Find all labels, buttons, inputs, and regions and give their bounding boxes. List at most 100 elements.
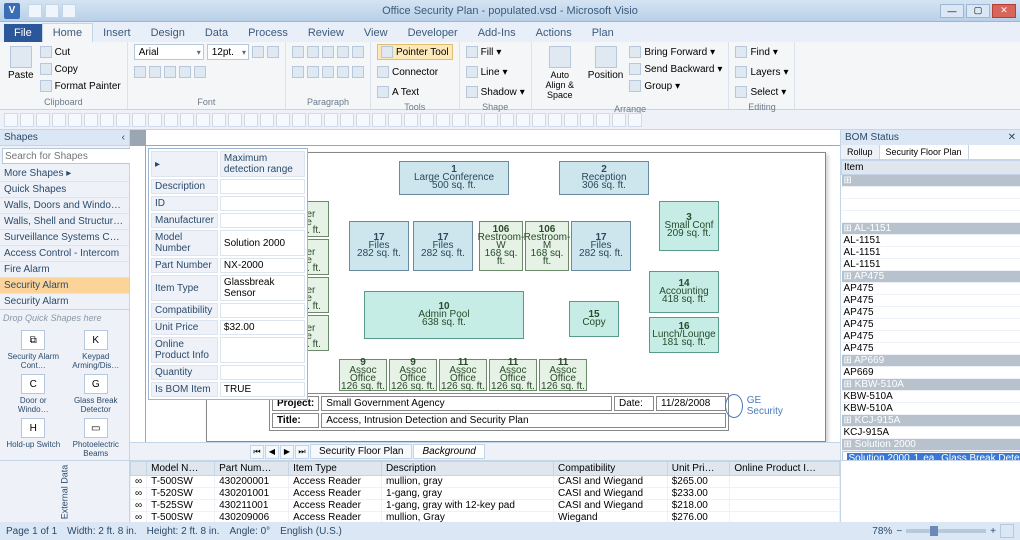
- ext-col[interactable]: Unit Pri…: [667, 462, 730, 476]
- room[interactable]: 106Restroom-W168 sq. ft.: [479, 221, 523, 271]
- room[interactable]: 9Assoc Office126 sq. ft.: [339, 359, 387, 391]
- bom-row[interactable]: AP4751ea.Motion Detector: [842, 307, 1020, 319]
- toolbar-btn-30[interactable]: [484, 113, 498, 127]
- room[interactable]: 15Copy: [569, 301, 619, 337]
- toolbar-btn-26[interactable]: [420, 113, 434, 127]
- toolbar-btn-25[interactable]: [404, 113, 418, 127]
- stencil-item[interactable]: Walls, Shell and Structure (US u…: [0, 214, 129, 230]
- tab-actions[interactable]: Actions: [526, 24, 582, 42]
- minimize-button[interactable]: —: [940, 4, 964, 18]
- bom-row[interactable]: AL-11511ea.Access Door Reader: [842, 247, 1020, 259]
- toolbar-btn-39[interactable]: [628, 113, 642, 127]
- font-color-icon[interactable]: [194, 66, 206, 78]
- text-tool-button[interactable]: A Text: [377, 84, 419, 100]
- close-button[interactable]: ✕: [992, 4, 1016, 18]
- sd-value[interactable]: Solution 2000: [220, 230, 305, 256]
- ext-row[interactable]: ∞T-500SW430200001Access Readermullion, g…: [131, 476, 840, 488]
- ext-col[interactable]: Model N…: [147, 462, 215, 476]
- tab-security-floor-plan[interactable]: Security Floor Plan: [310, 444, 412, 459]
- toolbar-btn-16[interactable]: [260, 113, 274, 127]
- toolbar-btn-24[interactable]: [388, 113, 402, 127]
- tab-process[interactable]: Process: [238, 24, 298, 42]
- line-button[interactable]: Line ▾: [466, 64, 508, 80]
- format-painter-button[interactable]: Format Painter: [40, 78, 121, 94]
- toolbar-btn-7[interactable]: [116, 113, 130, 127]
- toolbar-btn-38[interactable]: [612, 113, 626, 127]
- toolbar-btn-22[interactable]: [356, 113, 370, 127]
- toolbar-btn-20[interactable]: [324, 113, 338, 127]
- toolbar-btn-3[interactable]: [52, 113, 66, 127]
- stencil-item[interactable]: Access Control - Intercom: [0, 246, 129, 262]
- outdent-icon[interactable]: [352, 66, 364, 78]
- connector-tool-button[interactable]: Connector: [377, 64, 438, 80]
- tab-home[interactable]: Home: [42, 23, 93, 42]
- toolbar-btn-14[interactable]: [228, 113, 242, 127]
- paste-button[interactable]: Paste: [6, 44, 36, 83]
- sd-value[interactable]: [220, 365, 305, 380]
- layers-button[interactable]: Layers ▾: [735, 64, 788, 80]
- bom-row[interactable]: ⊞ AL-11513: [842, 223, 1020, 235]
- shape-master[interactable]: ▭Photoelectric Beams: [67, 418, 126, 458]
- shape-data-window[interactable]: ▸Maximum detection range DescriptionIDMa…: [148, 148, 308, 400]
- bullets-icon[interactable]: [337, 46, 349, 58]
- toolbar-btn-35[interactable]: [564, 113, 578, 127]
- room[interactable]: 11Assoc Office126 sq. ft.: [539, 359, 587, 391]
- tab-plan[interactable]: Plan: [582, 24, 624, 42]
- ext-col[interactable]: Description: [381, 462, 553, 476]
- rotate-icon[interactable]: [337, 66, 349, 78]
- sd-value[interactable]: [220, 337, 305, 363]
- more-shapes-item[interactable]: More Shapes ▸: [0, 166, 129, 182]
- tab-nav-first[interactable]: ⏮: [250, 445, 264, 459]
- toolbar-btn-8[interactable]: [132, 113, 146, 127]
- room[interactable]: 11Assoc Office126 sq. ft.: [439, 359, 487, 391]
- tab-review[interactable]: Review: [298, 24, 354, 42]
- toolbar-btn-11[interactable]: [180, 113, 194, 127]
- bring-forward-button[interactable]: Bring Forward ▾: [629, 44, 722, 60]
- align-mid-icon[interactable]: [307, 46, 319, 58]
- shadow-button[interactable]: Shadow ▾: [466, 84, 525, 100]
- maximize-button[interactable]: ▢: [966, 4, 990, 18]
- toolbar-btn-1[interactable]: [20, 113, 34, 127]
- sd-value[interactable]: TRUE: [220, 382, 305, 397]
- sd-value[interactable]: $32.00: [220, 320, 305, 335]
- toolbar-btn-13[interactable]: [212, 113, 226, 127]
- bom-row[interactable]: 1ea.Angle of View: [842, 199, 1020, 211]
- bom-row[interactable]: AP6691ea.Ceiling Motion Detector: [842, 367, 1020, 379]
- grow-font-icon[interactable]: [252, 46, 264, 58]
- copy-button[interactable]: Copy: [40, 61, 121, 77]
- zoom-out-button[interactable]: −: [896, 526, 902, 537]
- ext-row[interactable]: ∞T-500SW430209006Access Readermullion, G…: [131, 512, 840, 523]
- toolbar-btn-34[interactable]: [548, 113, 562, 127]
- room[interactable]: 17Files282 sq. ft.: [349, 221, 409, 271]
- toolbar-btn-5[interactable]: [84, 113, 98, 127]
- sd-value[interactable]: NX-2000: [220, 258, 305, 273]
- toolbar-btn-19[interactable]: [308, 113, 322, 127]
- tab-data[interactable]: Data: [195, 24, 238, 42]
- ext-row[interactable]: ∞T-525SW430211001Access Reader1-gang, gr…: [131, 500, 840, 512]
- qat-undo-icon[interactable]: [45, 4, 59, 18]
- shape-master[interactable]: CDoor or Windo…: [4, 374, 63, 414]
- toolbar-btn-21[interactable]: [340, 113, 354, 127]
- quick-shapes-item[interactable]: Quick Shapes: [0, 182, 129, 198]
- sd-value[interactable]: [220, 213, 305, 228]
- bom-row[interactable]: AP4751ea.Motion Detector: [842, 319, 1020, 331]
- autoalign-button[interactable]: Auto Align & Space: [538, 44, 582, 102]
- select-button[interactable]: Select ▾: [735, 84, 786, 100]
- toolbar-btn-17[interactable]: [276, 113, 290, 127]
- tab-add-ins[interactable]: Add-Ins: [468, 24, 526, 42]
- toolbar-btn-23[interactable]: [372, 113, 386, 127]
- stencil-item[interactable]: Walls, Doors and Windows (US …: [0, 198, 129, 214]
- zoom-slider[interactable]: [906, 529, 986, 533]
- room[interactable]: 17Files282 sq. ft.: [413, 221, 473, 271]
- bom-row[interactable]: AL-11511ea.Access Door Reader: [842, 235, 1020, 247]
- toolbar-btn-0[interactable]: [4, 113, 18, 127]
- align-right-icon[interactable]: [322, 66, 334, 78]
- underline-icon[interactable]: [164, 66, 176, 78]
- ext-col[interactable]: Compatibility: [554, 462, 668, 476]
- sd-value[interactable]: [220, 303, 305, 318]
- toolbar-btn-18[interactable]: [292, 113, 306, 127]
- bom-close-icon[interactable]: ✕: [1008, 132, 1016, 143]
- tab-developer[interactable]: Developer: [398, 24, 468, 42]
- qat-redo-icon[interactable]: [62, 4, 76, 18]
- strike-icon[interactable]: [179, 66, 191, 78]
